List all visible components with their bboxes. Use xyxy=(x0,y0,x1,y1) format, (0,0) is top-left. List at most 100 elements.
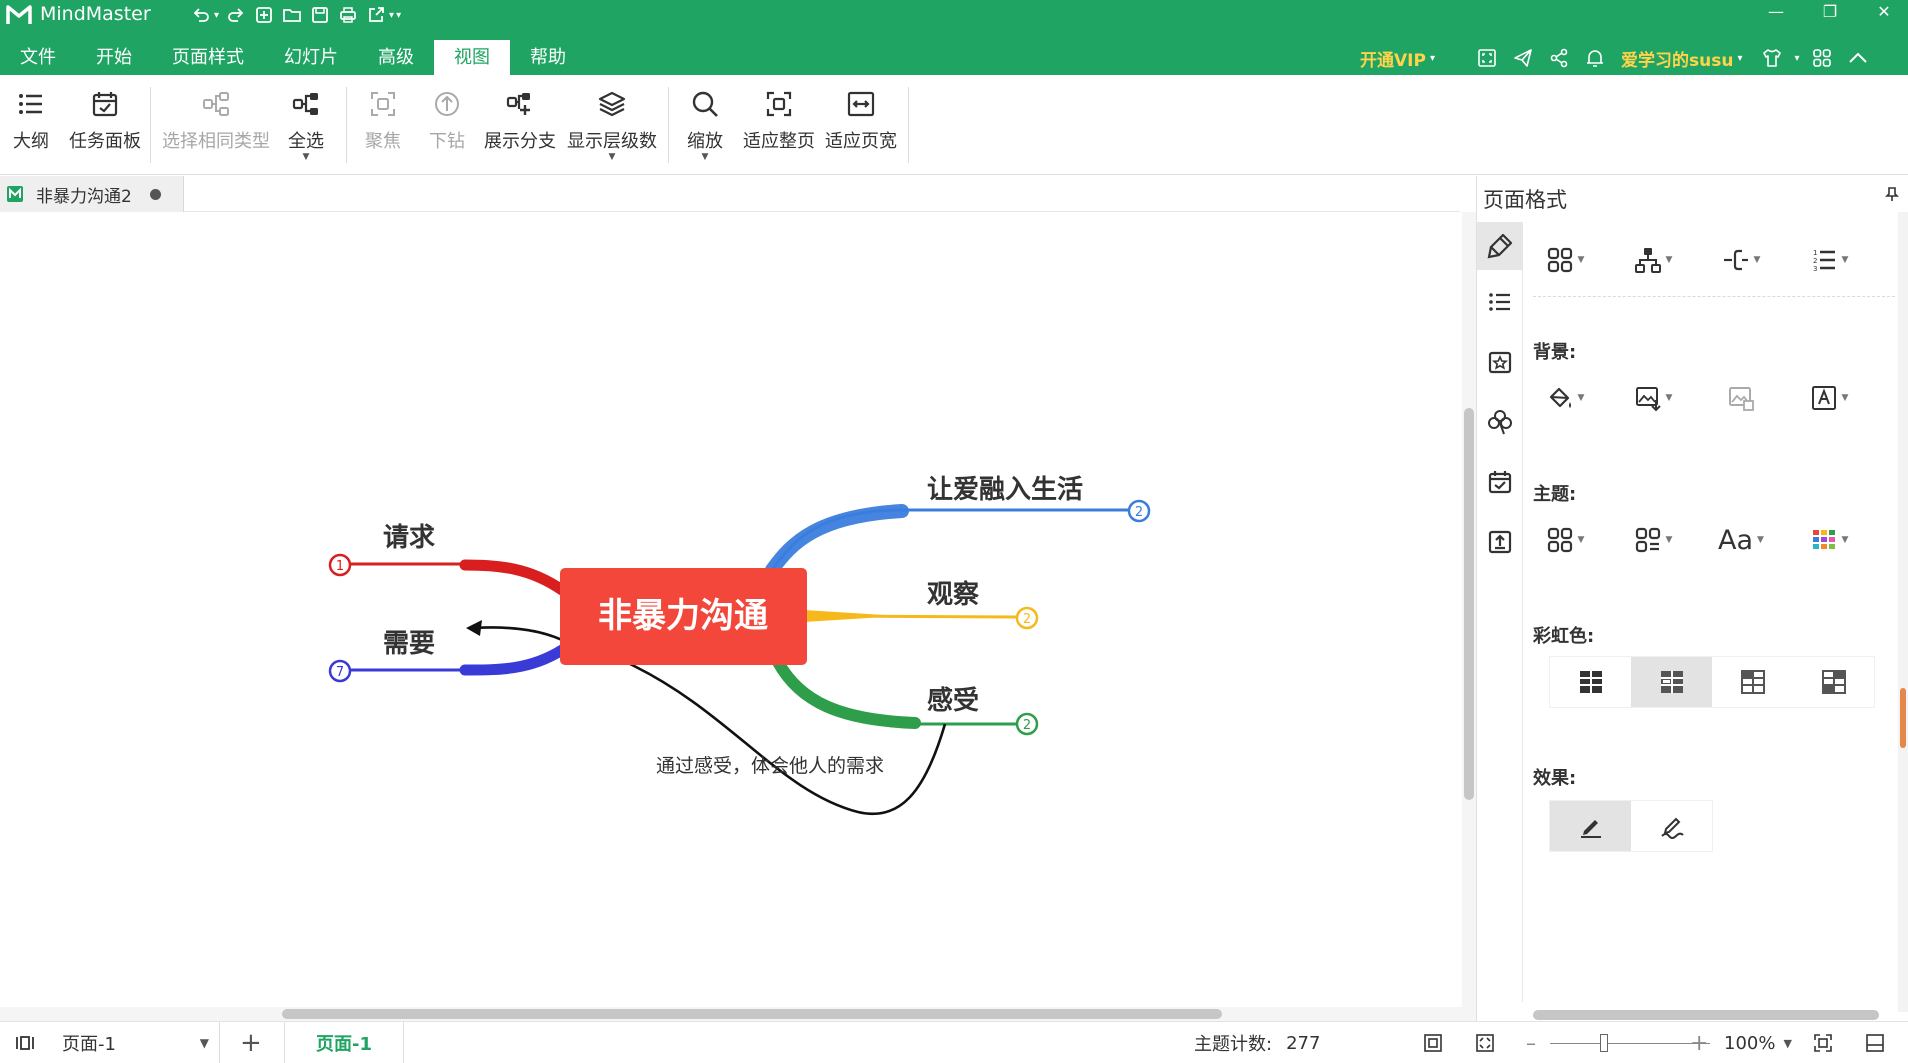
zoom-level-dropdown[interactable]: 100% ▼ xyxy=(1724,1022,1792,1063)
share-icon[interactable] xyxy=(1546,45,1572,71)
show-branch-button[interactable]: 展示分支 xyxy=(484,87,556,153)
select-all-dropdown-icon[interactable]: ▼ xyxy=(286,153,326,162)
zoom-out-button[interactable]: – xyxy=(1526,1022,1536,1063)
task-panel-button[interactable]: 任务面板 xyxy=(68,87,142,153)
drill-down-button[interactable]: 下钻 xyxy=(426,87,468,153)
undo-dropdown-icon[interactable]: ▾ xyxy=(214,10,219,21)
menu-file[interactable]: 文件 xyxy=(0,40,76,75)
fullscreen-icon[interactable] xyxy=(1474,45,1500,71)
close-icon[interactable]: ✕ xyxy=(1864,0,1904,22)
rainbow-option-1[interactable] xyxy=(1550,657,1631,707)
remove-background-image-button[interactable] xyxy=(1709,378,1773,418)
toggle-panel-button[interactable] xyxy=(1864,1022,1886,1063)
redo-icon[interactable] xyxy=(225,4,247,26)
numbering-button[interactable]: 1 2 3 ▼ xyxy=(1797,240,1861,280)
panel-tab-clipart[interactable] xyxy=(1477,398,1523,446)
panel-tab-export[interactable] xyxy=(1477,518,1523,566)
theme-button[interactable]: ▼ xyxy=(1533,520,1597,560)
skin-dropdown-icon[interactable]: ▾ xyxy=(1794,53,1799,64)
select-same-type-button[interactable]: 选择相同类型 xyxy=(160,87,272,153)
menu-slideshow[interactable]: 幻灯片 xyxy=(264,40,358,75)
unsaved-dot-icon[interactable] xyxy=(149,188,161,200)
background-image-dropdown-icon[interactable]: ▼ xyxy=(1666,393,1673,403)
canvas-horizontal-scroll-thumb[interactable] xyxy=(282,1009,1222,1019)
panel-tab-icons[interactable] xyxy=(1477,338,1523,386)
background-image-button[interactable]: ▼ xyxy=(1621,378,1685,418)
apps-grid-icon[interactable] xyxy=(1809,45,1835,71)
rainbow-option-4[interactable] xyxy=(1793,657,1874,707)
watermark-dropdown-icon[interactable]: ▼ xyxy=(1842,393,1849,403)
canvas-horizontal-scrollbar[interactable] xyxy=(0,1007,1476,1021)
show-levels-dropdown-icon[interactable]: ▼ xyxy=(566,153,658,162)
mindmap-canvas[interactable]: 非暴力沟通 让爱融入生活 观察 感受 请求 需要 通过感受，体会他人的需求 2 … xyxy=(0,212,1460,1007)
branch-count-feel[interactable]: 2 xyxy=(1023,718,1031,733)
layout-button[interactable]: ▼ xyxy=(1533,240,1597,280)
minimize-icon[interactable]: — xyxy=(1756,0,1796,22)
menu-page-style[interactable]: 页面样式 xyxy=(152,40,264,75)
rainbow-option-2[interactable] xyxy=(1631,657,1712,707)
theme-style-button[interactable]: ▼ xyxy=(1621,520,1685,560)
user-dropdown-icon[interactable]: ▾ xyxy=(1737,53,1742,64)
export-dropdown-icon[interactable]: ▾ xyxy=(389,10,394,21)
branch-topic-feel[interactable]: 感受 xyxy=(927,685,979,716)
zoom-slider[interactable] xyxy=(1550,1022,1710,1063)
notification-bell-icon[interactable] xyxy=(1582,45,1608,71)
add-page-button[interactable]: + xyxy=(240,1022,262,1063)
pin-icon[interactable] xyxy=(1884,186,1900,202)
menu-advanced[interactable]: 高级 xyxy=(358,40,434,75)
menu-help[interactable]: 帮助 xyxy=(510,40,586,75)
menu-start[interactable]: 开始 xyxy=(76,40,152,75)
select-all-button[interactable]: 全选 ▼ xyxy=(286,87,326,162)
panel-vertical-scroll-thumb[interactable] xyxy=(1900,688,1906,748)
canvas-vertical-scroll-thumb[interactable] xyxy=(1464,408,1474,800)
export-icon[interactable] xyxy=(365,4,387,26)
rainbow-option-3[interactable] xyxy=(1712,657,1793,707)
fit-page-status-button[interactable] xyxy=(1422,1022,1444,1063)
document-tab[interactable]: 非暴力沟通2 xyxy=(0,176,184,212)
print-icon[interactable] xyxy=(337,4,359,26)
connector-button[interactable]: ▼ xyxy=(1709,240,1773,280)
panel-vertical-scrollbar[interactable] xyxy=(1898,212,1908,1012)
layout-dropdown-icon[interactable]: ▼ xyxy=(1578,255,1585,265)
effect-normal-option[interactable] xyxy=(1550,801,1631,851)
collapse-ribbon-icon[interactable] xyxy=(1845,45,1871,71)
effect-hand-drawn-option[interactable] xyxy=(1631,801,1712,851)
structure-dropdown-icon[interactable]: ▼ xyxy=(1666,255,1673,265)
zoom-slider-knob[interactable] xyxy=(1600,1033,1608,1052)
central-topic-text[interactable]: 非暴力沟通 xyxy=(598,596,768,636)
theme-color-dropdown-icon[interactable]: ▼ xyxy=(1842,535,1849,545)
numbering-dropdown-icon[interactable]: ▼ xyxy=(1842,255,1849,265)
watermark-button[interactable]: ▼ xyxy=(1797,378,1861,418)
fit-width-button[interactable]: 适应页宽 xyxy=(824,87,898,153)
branch-count-need[interactable]: 7 xyxy=(336,665,344,680)
branch-topic-love[interactable]: 让爱融入生活 xyxy=(927,475,1083,505)
theme-style-dropdown-icon[interactable]: ▼ xyxy=(1666,535,1673,545)
branch-topic-observe[interactable]: 观察 xyxy=(927,580,980,610)
menu-view[interactable]: 视图 xyxy=(434,40,510,75)
canvas-vertical-scrollbar[interactable] xyxy=(1462,212,1476,1007)
undo-icon[interactable] xyxy=(190,4,212,26)
branch-topic-need[interactable]: 需要 xyxy=(383,629,435,659)
page-select-dropdown[interactable]: 页面-1 ▼ xyxy=(62,1022,220,1063)
skin-shirt-icon[interactable] xyxy=(1759,45,1785,71)
branch-topic-request[interactable]: 请求 xyxy=(383,523,435,553)
save-icon[interactable] xyxy=(309,4,331,26)
zoom-button[interactable]: 缩放 ▼ xyxy=(684,87,726,162)
theme-dropdown-icon[interactable]: ▼ xyxy=(1578,535,1585,545)
structure-button[interactable]: ▼ xyxy=(1621,240,1685,280)
background-fill-dropdown-icon[interactable]: ▼ xyxy=(1578,393,1585,403)
panel-horizontal-scroll-thumb[interactable] xyxy=(1533,1010,1879,1020)
page-list-toggle[interactable] xyxy=(14,1022,36,1063)
zoom-slider-track[interactable] xyxy=(1550,1033,1710,1052)
vip-dropdown-icon[interactable]: ▾ xyxy=(1430,53,1435,64)
branch-count-love[interactable]: 2 xyxy=(1135,505,1143,520)
restore-icon[interactable]: ❐ xyxy=(1810,0,1850,22)
outline-button[interactable]: 大纲 xyxy=(10,87,52,153)
background-fill-button[interactable]: ▼ xyxy=(1533,378,1597,418)
connector-dropdown-icon[interactable]: ▼ xyxy=(1754,255,1761,265)
theme-font-dropdown-icon[interactable]: ▼ xyxy=(1757,535,1764,545)
theme-color-button[interactable]: ▼ xyxy=(1797,520,1861,560)
zoom-in-button[interactable]: + xyxy=(1690,1022,1708,1063)
fit-page-button[interactable]: 适应整页 xyxy=(742,87,816,153)
fullscreen-status-button[interactable] xyxy=(1474,1022,1496,1063)
